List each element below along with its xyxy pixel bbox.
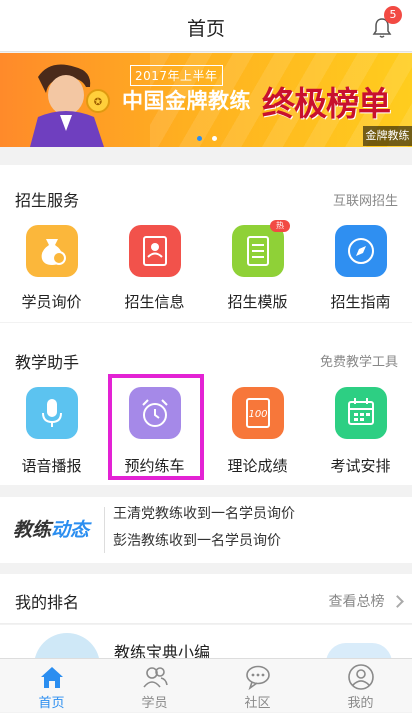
coach-illustration: ✪ <box>30 64 110 147</box>
grid-item-enrollment-info[interactable]: 招生信息 <box>103 225 206 315</box>
grid-item-enrollment-template[interactable]: 热 招生模版 <box>206 220 309 315</box>
tab-home[interactable]: 首页 <box>0 659 103 713</box>
money-bag-icon <box>26 225 78 277</box>
compass-icon <box>335 225 387 277</box>
grid-item-theory-scores[interactable]: 100 理论成绩 <box>206 387 309 479</box>
item-label: 招生指南 <box>330 293 391 311</box>
teaching-section: 教学助手 免费教学工具 语音播报 预约练车 100 理论成绩 考试安排 <box>0 323 412 485</box>
banner-headline: 终极榜单 <box>262 84 391 123</box>
banner-subtitle: 2017年上半年 <box>130 65 223 86</box>
tab-label: 我的 <box>347 696 374 711</box>
bottom-tab-bar: 首页 学员 社区 我的 <box>0 658 412 712</box>
internet-enrollment-link[interactable]: 互联网招生 <box>333 190 398 209</box>
free-tools-link[interactable]: 免费教学工具 <box>320 351 398 370</box>
microphone-icon <box>26 387 78 439</box>
hot-badge: 热 <box>270 220 290 232</box>
view-all-label: 查看总榜 <box>328 594 385 610</box>
calendar-icon <box>335 387 387 439</box>
news-logo-part1: 教练 <box>13 519 52 541</box>
notification-badge: 5 <box>384 6 402 24</box>
news-logo-part2: 动态 <box>51 519 90 541</box>
enrollment-section: 招生服务 互联网招生 学员询价 招生信息 热 招生模版 招生指南 <box>0 165 412 322</box>
document-icon <box>232 225 284 277</box>
item-label: 理论成绩 <box>227 457 288 475</box>
section-title-teaching: 教学助手 <box>15 353 80 372</box>
ranking-row-name: 教练宝典小编 <box>114 643 211 660</box>
id-card-icon <box>129 225 181 277</box>
tab-students[interactable]: 学员 <box>103 659 206 713</box>
chat-bubble-icon <box>246 665 270 691</box>
grid-item-voice-broadcast[interactable]: 语音播报 <box>0 387 103 479</box>
tab-label: 社区 <box>244 696 271 711</box>
tab-label: 学员 <box>141 696 168 711</box>
top-header: 首页 5 <box>0 0 412 52</box>
banner-title: 中国金牌教练 <box>122 89 251 113</box>
svg-text:✪: ✪ <box>94 97 102 108</box>
view-all-ranking-link[interactable]: 查看总榜 <box>328 591 404 611</box>
item-label: 考试安排 <box>330 457 391 475</box>
item-label: 招生模版 <box>227 293 288 311</box>
item-label: 学员询价 <box>21 293 82 311</box>
carousel-dot-active[interactable] <box>197 136 202 141</box>
tab-label: 首页 <box>38 696 65 711</box>
divider <box>104 507 105 553</box>
grid-item-enrollment-guide[interactable]: 招生指南 <box>309 225 412 315</box>
item-label: 语音播报 <box>21 457 82 475</box>
highlight-box <box>108 374 204 480</box>
ranking-header: 我的排名 查看总榜 <box>0 574 412 624</box>
news-item[interactable]: 王清党教练收到一名学员询价 <box>113 503 295 523</box>
banner-corner-label: 金牌教练 <box>363 126 412 146</box>
profile-icon <box>348 664 374 690</box>
grid-item-exam-schedule[interactable]: 考试安排 <box>309 387 412 479</box>
score-sheet-icon: 100 <box>232 387 284 439</box>
home-icon <box>41 667 63 688</box>
tab-profile[interactable]: 我的 <box>309 659 412 713</box>
tab-community[interactable]: 社区 <box>206 659 309 713</box>
news-logo: 教练动态 <box>13 515 89 542</box>
coach-news-panel[interactable]: 教练动态 王清党教练收到一名学员询价 彭浩教练收到一名学员询价 <box>0 497 412 563</box>
avatar <box>34 633 100 660</box>
chevron-right-icon <box>391 595 404 608</box>
carousel-dot[interactable] <box>212 136 217 141</box>
item-label: 招生信息 <box>124 293 185 311</box>
svg-text:100: 100 <box>248 409 267 420</box>
students-icon <box>143 667 168 688</box>
promo-banner[interactable]: ✪ 2017年上半年 中国金牌教练 终极榜单 <box>0 53 412 147</box>
news-item[interactable]: 彭浩教练收到一名学员询价 <box>113 530 281 550</box>
ranking-row[interactable]: 教练宝典小编 <box>0 625 412 660</box>
grid-item-student-inquiry[interactable]: 学员询价 <box>0 225 103 315</box>
page-title: 首页 <box>186 18 225 40</box>
section-title-ranking: 我的排名 <box>15 593 80 612</box>
section-title-enrollment: 招生服务 <box>15 191 80 210</box>
